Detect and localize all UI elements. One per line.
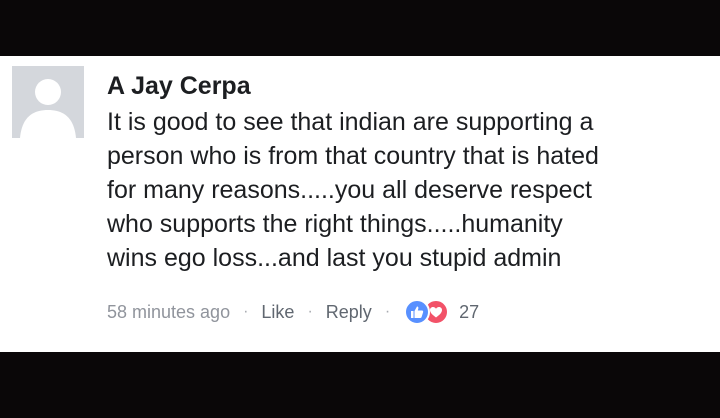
comment-author-name[interactable]: A Jay Cerpa [107,72,251,101]
top-letterbox-bar [0,0,720,56]
comment-line: wins ego loss...and last you stupid admi… [107,244,562,272]
like-button[interactable]: Like [261,302,294,323]
reply-button[interactable]: Reply [326,302,372,323]
heart-icon [430,307,443,318]
bottom-letterbox-bar [0,352,720,418]
like-reaction-icon [404,299,431,325]
separator-dot: · [243,303,249,320]
reaction-count: 27 [459,301,480,322]
comment-line: It is good to see that indian are suppor… [107,108,594,136]
avatar[interactable] [12,66,84,138]
comment-card: A Jay Cerpa It is good to see that india… [0,56,720,352]
separator-dot: · [307,303,313,320]
comment-body: It is good to see that indian are suppor… [107,105,707,275]
default-avatar-icon [12,66,84,138]
thumbs-up-icon [411,306,424,318]
comment-line: for many reasons.....you all deserve res… [107,176,592,204]
comment-timestamp[interactable]: 58 minutes ago [107,302,230,323]
separator-dot: · [384,303,391,320]
comment-actions-bar: 58 minutes ago · Like · Reply · 27 [107,299,479,325]
reactions-summary[interactable]: 27 [404,299,479,325]
comment-line: person who is from that country that is … [107,142,599,170]
comment-line: who supports the right things.....humani… [107,210,563,238]
